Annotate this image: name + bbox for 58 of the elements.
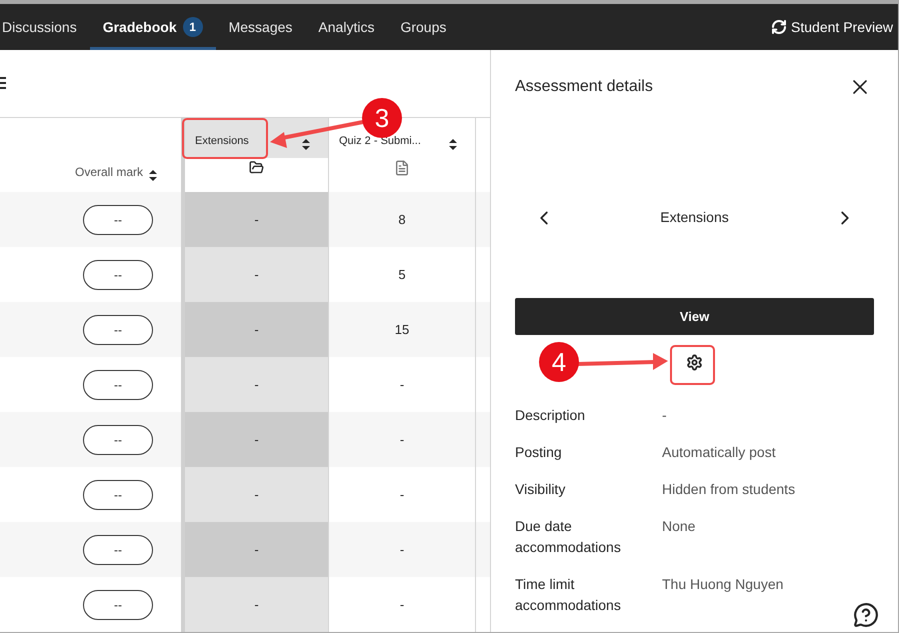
- mark-field[interactable]: --: [83, 424, 153, 454]
- folder-icon: [249, 160, 264, 175]
- gear-icon: [686, 354, 703, 370]
- sort-icon[interactable]: [302, 138, 310, 150]
- detail-label: Description: [515, 406, 586, 425]
- mark-field[interactable]: --: [83, 480, 153, 510]
- grade-text: -: [400, 540, 404, 559]
- column-title: Extensions: [195, 134, 249, 150]
- grade-text: -: [254, 266, 259, 284]
- nav-tab[interactable]: Discussions: [0, 4, 90, 50]
- columns-icon[interactable]: [0, 76, 6, 90]
- detail-value: -: [662, 406, 668, 425]
- step-badge: 4: [539, 342, 579, 382]
- detail-label: Visibility: [515, 480, 566, 499]
- detail-label: Time limit accommodations: [515, 575, 622, 615]
- refresh-icon: [771, 19, 788, 35]
- grade-text: -: [254, 210, 259, 229]
- view-button[interactable]: View: [515, 298, 874, 335]
- grade-text: -: [400, 430, 404, 449]
- nav-tab[interactable]: Gradebook 1: [90, 4, 216, 50]
- help-button[interactable]: [853, 602, 879, 628]
- item-title: Extensions: [660, 208, 729, 227]
- count-badge: 1: [182, 17, 203, 37]
- grade-text: 5: [398, 266, 406, 284]
- nav-tab[interactable]: Analytics: [305, 4, 388, 50]
- grade-text: -: [400, 376, 404, 394]
- mark-field[interactable]: --: [83, 314, 153, 344]
- help-icon: [853, 602, 879, 628]
- grade-text: -: [400, 596, 404, 614]
- grade-text: -: [254, 486, 259, 504]
- column-header: Overall mark: [74, 164, 143, 181]
- grade-text: -: [254, 376, 259, 394]
- mark-field[interactable]: --: [83, 260, 153, 290]
- sort-icon[interactable]: [449, 138, 457, 150]
- grade-text: -: [400, 486, 404, 504]
- grade-text: -: [254, 430, 259, 449]
- sort-icon[interactable]: [149, 170, 157, 181]
- mark-field[interactable]: --: [83, 534, 153, 564]
- detail-value: None: [662, 517, 696, 536]
- grade-text: 8: [398, 210, 406, 229]
- panel-title: Assessment details: [515, 77, 653, 97]
- detail-label: Posting: [515, 443, 563, 462]
- nav-tab[interactable]: Messages: [216, 4, 306, 50]
- mark-field[interactable]: --: [83, 590, 153, 620]
- detail-value: Hidden from students: [662, 480, 796, 499]
- mark-field[interactable]: --: [83, 204, 153, 234]
- document-icon: [394, 160, 410, 176]
- grade-text: -: [254, 596, 259, 614]
- grade-text: 15: [394, 320, 410, 339]
- student-preview-button[interactable]: Student Preview: [771, 4, 898, 50]
- grade-text: -: [254, 540, 259, 559]
- detail-value: Thu Huong Nguyen: [662, 575, 784, 594]
- grade-text: -: [254, 320, 259, 339]
- detail-value: Automatically post: [662, 443, 777, 462]
- detail-label: Due date accommodations: [515, 517, 622, 557]
- highlight-frame: [670, 345, 715, 385]
- mark-field[interactable]: --: [83, 370, 153, 400]
- nav-tab[interactable]: Groups: [387, 4, 460, 50]
